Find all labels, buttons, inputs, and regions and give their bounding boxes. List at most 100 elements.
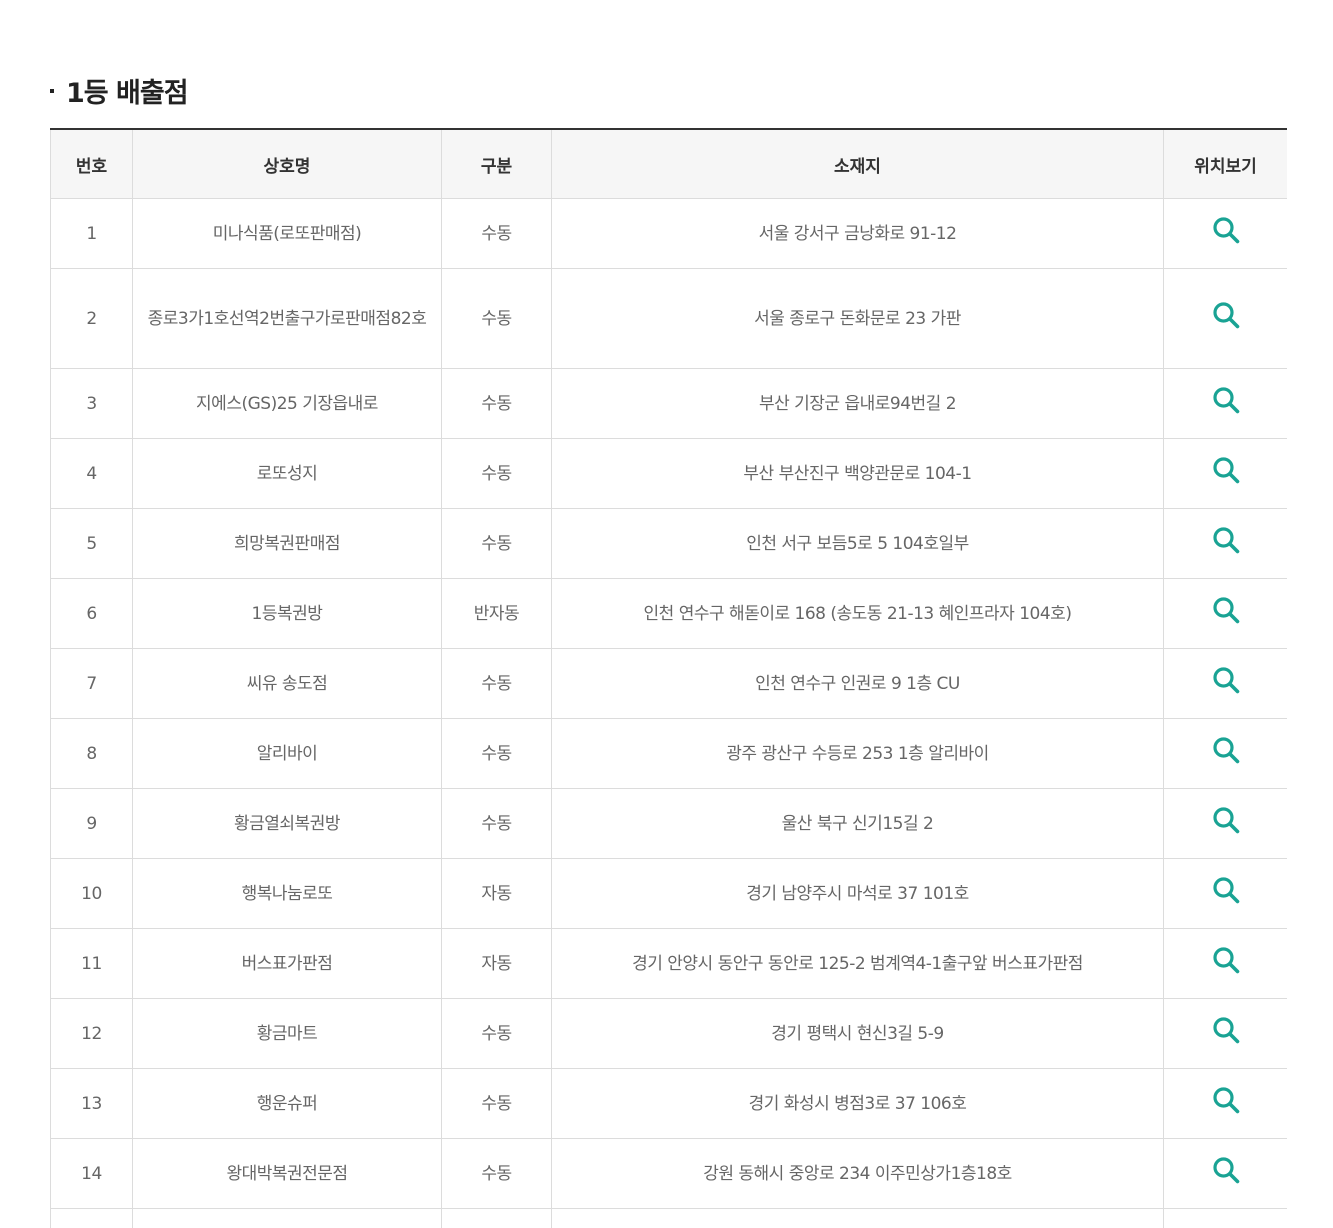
cell-no: 7 (50, 648, 133, 719)
cell-no: 12 (50, 998, 133, 1069)
cell-address: 부산 기장군 읍내로94번길 2 (551, 368, 1164, 439)
cell-type: 수동 (441, 788, 552, 859)
cell-address: 경기 안양시 동안구 동안로 125-2 범계역4-1출구앞 버스표가판점 (551, 928, 1164, 999)
cell-store-name: 황금열쇠복권방 (132, 788, 442, 859)
cell-location (1163, 438, 1287, 509)
cell-no: 5 (50, 508, 133, 579)
search-icon[interactable] (1209, 1013, 1243, 1047)
table-row: 2 종로3가1호선역2번출구가로판매점82호 수동 서울 종로구 돈화문로 23 가판 (50, 268, 1287, 369)
cell-address: 경기 남양주시 마석로 37 101호 (551, 858, 1164, 929)
cell-location (1163, 268, 1287, 369)
title-bullet (50, 89, 54, 93)
cell-store-name: 행복나눔로또 (132, 858, 442, 929)
cell-no: 8 (50, 718, 133, 789)
cell-type: 수동 (441, 438, 552, 509)
cell-type: 반자동 (441, 578, 552, 649)
header-type: 구분 (441, 128, 552, 199)
cell-store-name: 왕대박복권전문점 (132, 1138, 442, 1209)
header-location: 위치보기 (1163, 128, 1287, 199)
cell-location (1163, 928, 1287, 999)
search-icon[interactable] (1209, 453, 1243, 487)
table-row: 9 황금열쇠복권방 수동 울산 북구 신기15길 2 (50, 788, 1287, 859)
table-row: 5 희망복권판매점 수동 인천 서구 보듬5로 5 104호일부 (50, 508, 1287, 579)
cell-type: 수동 (441, 1068, 552, 1139)
search-icon[interactable] (1209, 383, 1243, 417)
cell-address (551, 1208, 1164, 1228)
cell-no: 3 (50, 368, 133, 439)
winning-stores-table-wrapper: 번호 상호명 구분 소재지 위치보기 1 미나식품(로또판매점) 수동 서울 강서구 … (50, 128, 1287, 1228)
table-row: 13 행운슈퍼 수동 경기 화성시 병점3로 37 106호 (50, 1068, 1287, 1139)
cell-no: 6 (50, 578, 133, 649)
header-name: 상호명 (132, 128, 442, 199)
header-address: 소재지 (551, 128, 1164, 199)
table-row: 10 행복나눔로또 자동 경기 남양주시 마석로 37 101호 (50, 858, 1287, 929)
cell-type: 수동 (441, 198, 552, 269)
cell-address: 광주 광산구 수등로 253 1층 알리바이 (551, 718, 1164, 789)
cell-store-name: 미나식품(로또판매점) (132, 198, 442, 269)
cell-store-name (132, 1208, 442, 1228)
cell-no: 9 (50, 788, 133, 859)
search-icon[interactable] (1209, 873, 1243, 907)
table-row: 4 로또성지 수동 부산 부산진구 백양관문로 104-1 (50, 438, 1287, 509)
page-title: 1등 배출점 (66, 77, 189, 109)
cell-no: 4 (50, 438, 133, 509)
table-body: 1 미나식품(로또판매점) 수동 서울 강서구 금낭화로 91-12 2 종로3가1호선역… (50, 198, 1287, 1228)
cell-type: 수동 (441, 508, 552, 579)
cell-location (1163, 1068, 1287, 1139)
search-icon[interactable] (1209, 1083, 1243, 1117)
search-icon[interactable] (1209, 523, 1243, 557)
cell-address: 서울 강서구 금낭화로 91-12 (551, 198, 1164, 269)
cell-address: 인천 연수구 인권로 9 1층 CU (551, 648, 1164, 719)
table-row: 8 알리바이 수동 광주 광산구 수등로 253 1층 알리바이 (50, 718, 1287, 789)
table-row: 1 미나식품(로또판매점) 수동 서울 강서구 금낭화로 91-12 (50, 198, 1287, 269)
cell-location (1163, 1208, 1287, 1228)
cell-type (441, 1208, 552, 1228)
table-row: 6 1등복권방 반자동 인천 연수구 해돋이로 168 (송도동 21-13 혜인프라… (50, 578, 1287, 649)
cell-location (1163, 578, 1287, 649)
cell-location (1163, 198, 1287, 269)
cell-address: 울산 북구 신기15길 2 (551, 788, 1164, 859)
cell-location (1163, 648, 1287, 719)
search-icon[interactable] (1209, 213, 1243, 247)
cell-address: 강원 동해시 중앙로 234 이주민상가1층18호 (551, 1138, 1164, 1209)
table-row: 11 버스표가판점 자동 경기 안양시 동안구 동안로 125-2 범계역4-1출구앞… (50, 928, 1287, 999)
cell-no (50, 1208, 133, 1228)
cell-location (1163, 718, 1287, 789)
search-icon[interactable] (1209, 803, 1243, 837)
search-icon[interactable] (1209, 663, 1243, 697)
cell-store-name: 지에스(GS)25 기장읍내로 (132, 368, 442, 439)
cell-type: 수동 (441, 1138, 552, 1209)
search-icon[interactable] (1209, 733, 1243, 767)
table-row: 7 씨유 송도점 수동 인천 연수구 인권로 9 1층 CU (50, 648, 1287, 719)
search-icon[interactable] (1209, 593, 1243, 627)
cell-no: 11 (50, 928, 133, 999)
table-header-row: 번호 상호명 구분 소재지 위치보기 (50, 128, 1287, 199)
table-row: 3 지에스(GS)25 기장읍내로 수동 부산 기장군 읍내로94번길 2 (50, 368, 1287, 439)
cell-type: 수동 (441, 368, 552, 439)
cell-no: 14 (50, 1138, 133, 1209)
cell-address: 경기 화성시 병점3로 37 106호 (551, 1068, 1164, 1139)
cell-address: 부산 부산진구 백양관문로 104-1 (551, 438, 1164, 509)
cell-store-name: 알리바이 (132, 718, 442, 789)
cell-type: 수동 (441, 648, 552, 719)
cell-store-name: 버스표가판점 (132, 928, 442, 999)
search-icon[interactable] (1209, 943, 1243, 977)
cell-address: 인천 서구 보듬5로 5 104호일부 (551, 508, 1164, 579)
cell-type: 수동 (441, 718, 552, 789)
search-icon[interactable] (1209, 1153, 1243, 1187)
search-icon[interactable] (1209, 298, 1243, 332)
table-row: 14 왕대박복권전문점 수동 강원 동해시 중앙로 234 이주민상가1층18호 (50, 1138, 1287, 1209)
cell-address: 인천 연수구 해돋이로 168 (송도동 21-13 혜인프라자 104호) (551, 578, 1164, 649)
cell-store-name: 황금마트 (132, 998, 442, 1069)
cell-store-name: 행운슈퍼 (132, 1068, 442, 1139)
cell-location (1163, 508, 1287, 579)
winning-stores-table: 번호 상호명 구분 소재지 위치보기 1 미나식품(로또판매점) 수동 서울 강서구 … (50, 128, 1287, 1228)
cell-store-name: 씨유 송도점 (132, 648, 442, 719)
cell-store-name: 종로3가1호선역2번출구가로판매점82호 (132, 268, 442, 369)
cell-location (1163, 1138, 1287, 1209)
cell-no: 1 (50, 198, 133, 269)
cell-address: 서울 종로구 돈화문로 23 가판 (551, 268, 1164, 369)
cell-store-name: 로또성지 (132, 438, 442, 509)
cell-address: 경기 평택시 현신3길 5-9 (551, 998, 1164, 1069)
cell-location (1163, 998, 1287, 1069)
